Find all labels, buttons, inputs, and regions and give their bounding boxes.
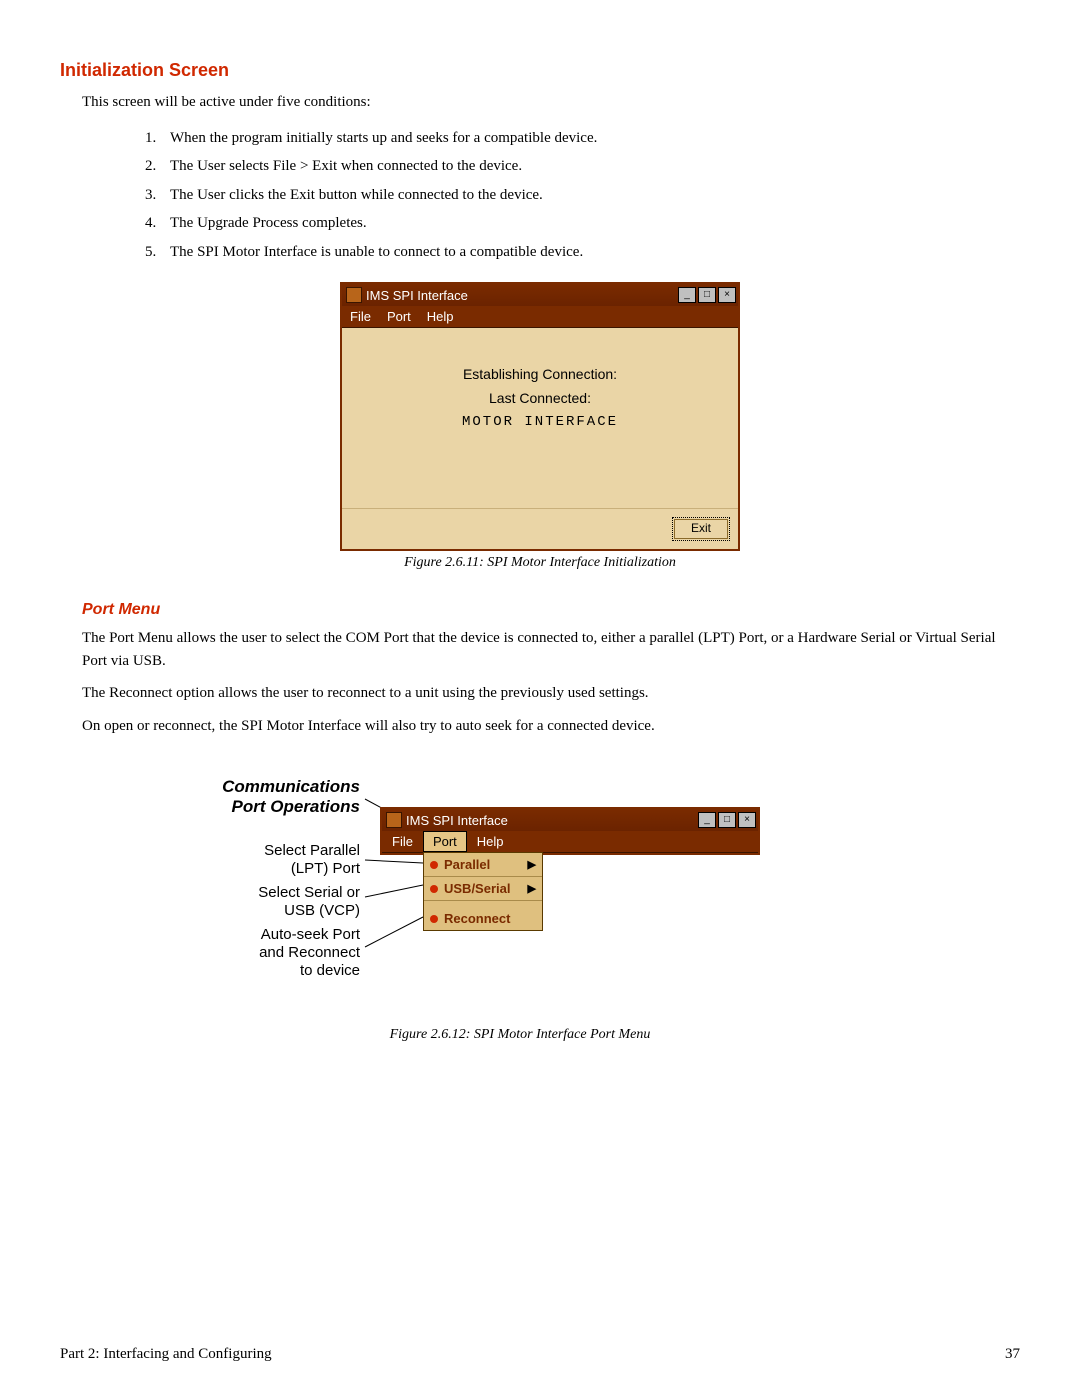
dropdown-item-usb[interactable]: USB/Serial ▶ (424, 877, 542, 901)
heading-port-menu: Port Menu (60, 601, 1020, 619)
dropdown-label: Parallel (444, 857, 490, 872)
maximize-button[interactable]: □ (718, 812, 736, 828)
menu-bar[interactable]: File Port Help (382, 831, 758, 853)
label-parallel-l2: (LPT) Port (140, 860, 360, 878)
dropdown-item-parallel[interactable]: Parallel ▶ (424, 853, 542, 877)
last-connected-label: Last Connected: (352, 390, 728, 406)
bullet-icon (430, 861, 438, 869)
port-paragraph: On open or reconnect, the SPI Motor Inte… (82, 715, 1020, 738)
submenu-arrow-icon: ▶ (528, 858, 536, 871)
exit-button[interactable]: Exit (672, 517, 730, 541)
figure-caption: Figure 2.6.12: SPI Motor Interface Port … (140, 1027, 900, 1043)
window-title: IMS SPI Interface (366, 288, 678, 303)
page-footer: Part 2: Interfacing and Configuring 37 (60, 1346, 1020, 1363)
bullet-icon (430, 885, 438, 893)
menu-help[interactable]: Help (427, 309, 454, 324)
motor-interface-label: MOTOR INTERFACE (352, 414, 728, 430)
submenu-arrow-icon: ▶ (528, 882, 536, 895)
establishing-label: Establishing Connection: (352, 366, 728, 382)
figure-caption: Figure 2.6.11: SPI Motor Interface Initi… (340, 555, 740, 571)
label-serial-l1: Select Serial or (140, 884, 360, 902)
dropdown-item-reconnect[interactable]: Reconnect (424, 907, 542, 930)
heading-initialization: Initialization Screen (60, 60, 1020, 81)
app-icon (386, 812, 402, 828)
menu-bar[interactable]: File Port Help (342, 306, 738, 328)
window-titlebar[interactable]: IMS SPI Interface _ □ × (342, 284, 738, 306)
port-dropdown[interactable]: Parallel ▶ USB/Serial ▶ Reconnect (423, 852, 543, 931)
label-reconnect-l1: Auto-seek Port (140, 926, 360, 944)
menu-file[interactable]: File (350, 309, 371, 324)
label-reconnect-l2: and Reconnect (140, 944, 360, 962)
maximize-button[interactable]: □ (698, 287, 716, 303)
annotation-labels: Communications Port Operations Select Pa… (140, 777, 360, 980)
condition-item: The SPI Motor Interface is unable to con… (160, 238, 1020, 267)
condition-item: The User selects File > Exit when connec… (160, 152, 1020, 181)
close-button[interactable]: × (738, 812, 756, 828)
dropdown-label: USB/Serial (444, 881, 510, 896)
window-titlebar[interactable]: IMS SPI Interface _ □ × (382, 809, 758, 831)
menu-help[interactable]: Help (467, 831, 514, 852)
label-parallel-l1: Select Parallel (140, 842, 360, 860)
close-button[interactable]: × (718, 287, 736, 303)
app-icon (346, 287, 362, 303)
condition-item: The User clicks the Exit button while co… (160, 181, 1020, 210)
page-number: 37 (1005, 1346, 1020, 1363)
dropdown-label: Reconnect (444, 911, 510, 926)
minimize-button[interactable]: _ (678, 287, 696, 303)
menu-port[interactable]: Port (387, 309, 411, 324)
conditions-list: When the program initially starts up and… (120, 124, 1020, 267)
client-area: Establishing Connection: Last Connected:… (342, 328, 738, 508)
condition-item: The Upgrade Process completes. (160, 209, 1020, 238)
spi-port-window: IMS SPI Interface _ □ × File Port Help (380, 807, 760, 855)
label-serial-l2: USB (VCP) (140, 902, 360, 920)
menu-port[interactable]: Port (423, 831, 467, 852)
minimize-button[interactable]: _ (698, 812, 716, 828)
window-title: IMS SPI Interface (406, 813, 698, 828)
port-paragraph: The Reconnect option allows the user to … (82, 682, 1020, 705)
label-reconnect-l3: to device (140, 962, 360, 980)
intro-text: This screen will be active under five co… (82, 91, 1020, 114)
port-paragraph: The Port Menu allows the user to select … (82, 627, 1020, 672)
label-comm-l1: Communications (222, 777, 360, 796)
footer-part: Part 2: Interfacing and Configuring (60, 1346, 272, 1363)
menu-file[interactable]: File (382, 831, 423, 852)
condition-item: When the program initially starts up and… (160, 124, 1020, 153)
spi-init-window: IMS SPI Interface _ □ × File Port Help E… (340, 282, 740, 551)
bullet-icon (430, 915, 438, 923)
label-comm-l2: Port Operations (232, 797, 360, 816)
